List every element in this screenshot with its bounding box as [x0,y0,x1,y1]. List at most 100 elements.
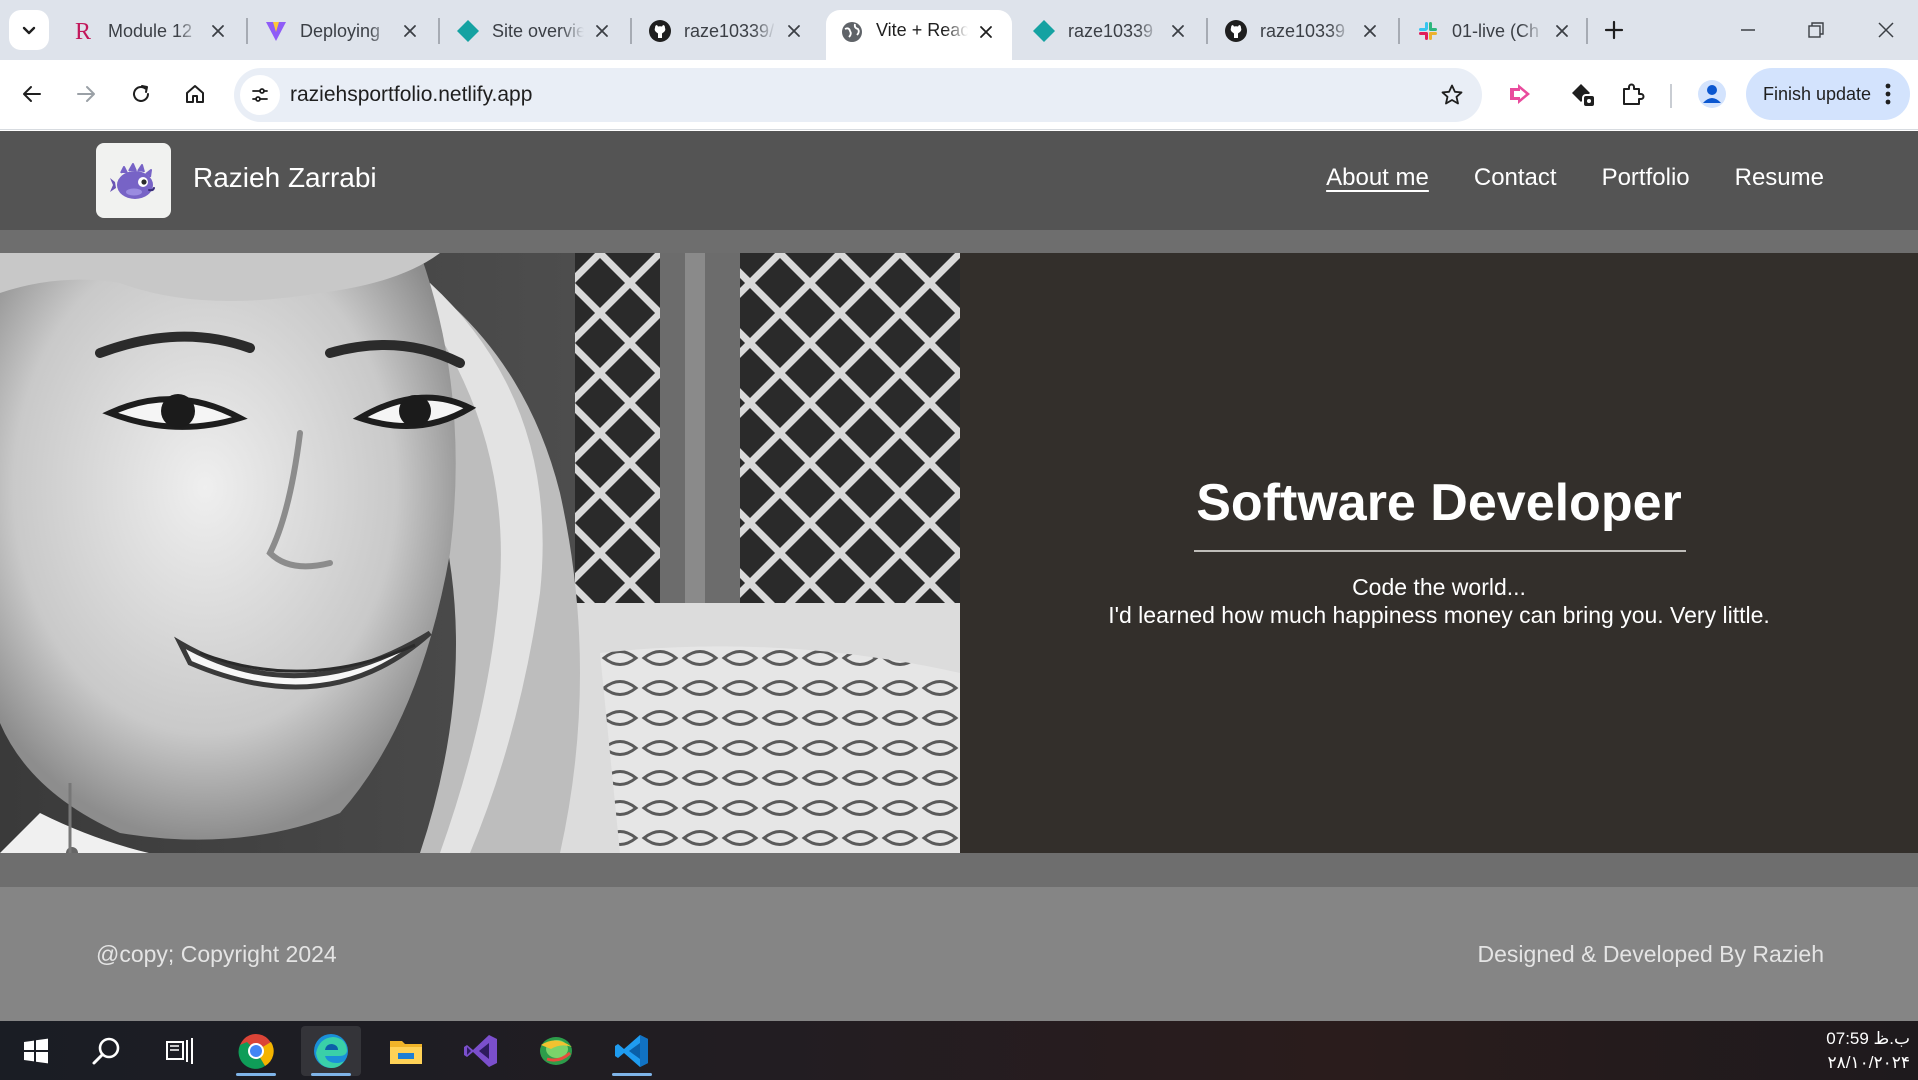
close-icon[interactable] [1166,19,1190,43]
tab-title: Module 12 [108,20,193,41]
visual-studio-icon [464,1035,497,1067]
tab-deploying[interactable]: Deploying [250,10,436,52]
tab-search-button[interactable] [9,10,49,50]
browser-tabstrip: R Module 12 Deploying Site overview raze… [0,0,1918,60]
home-icon [186,85,204,103]
extensions-button[interactable] [1613,74,1653,114]
tab-vite-react[interactable]: Vite + React [826,10,1012,60]
hero-tagline: Code the world... I'd learned how much h… [960,573,1918,629]
close-icon[interactable] [1550,19,1574,43]
taskbar-vscode[interactable] [602,1026,662,1076]
tab-module-12[interactable]: R Module 12 [58,10,244,52]
profile-photo [0,253,960,853]
tab-title: raze10339/ [684,20,775,41]
svg-text:R: R [75,19,91,43]
pufferfish-logo-icon [109,162,155,199]
tab-title: raze10339 [1260,20,1346,41]
new-tab-button[interactable] [1598,14,1630,46]
extension-button-pink[interactable] [1502,74,1542,114]
taskbar-edge[interactable] [301,1026,361,1076]
slack-logo-icon [1416,19,1440,43]
close-icon[interactable] [974,20,998,44]
bookmark-star-button[interactable] [1438,81,1466,109]
tab-slack[interactable]: 01-live (Ch [1402,10,1588,52]
nav-link-contact[interactable]: Contact [1474,164,1557,192]
edge-icon [314,1034,348,1068]
site-info-button[interactable] [240,75,280,115]
task-view-button[interactable] [150,1026,210,1076]
tab-title: raze10339 [1068,20,1154,41]
profile-photo-image [0,253,960,853]
taskbar-visual-studio[interactable] [451,1026,511,1076]
nav-link-portfolio[interactable]: Portfolio [1602,164,1690,192]
tune-icon [252,88,268,102]
web-page: Razieh Zarrabi About me Contact Portfoli… [0,131,1918,1021]
clock-date: ۲۸/۱۰/۲۰۲۴ [1827,1053,1911,1072]
hero-tagline-line-2: I'd learned how much happiness money can… [1108,602,1770,628]
home-button[interactable] [175,74,215,114]
taskbar-chrome[interactable] [226,1026,286,1076]
footer-credit: Designed & Developed By Razieh [1477,941,1824,967]
close-window-button[interactable] [1866,12,1906,48]
tab-separator [246,18,248,44]
more-vert-icon[interactable] [1878,82,1898,106]
address-bar[interactable]: raziehsportfolio.netlify.app [234,68,1482,122]
close-icon[interactable] [782,19,806,43]
close-icon[interactable] [590,19,614,43]
tab-title: Vite + React [876,20,968,40]
clock-time: 07:59 ب.ظ [1826,1029,1910,1048]
pink-arrow-extension-icon [1510,84,1530,104]
plus-icon [1604,20,1624,40]
hero-divider [1194,550,1686,552]
r-logo-icon: R [72,19,96,43]
tab-netlify-2[interactable]: raze10339 [1018,10,1204,52]
hero-tagline-line-1: Code the world... [1352,574,1526,600]
minimize-button[interactable] [1728,12,1768,48]
puzzle-piece-icon [1623,83,1645,105]
tab-title: Site overview [492,20,584,41]
header-band [0,230,1918,253]
site-name: Razieh Zarrabi [193,162,377,193]
taskbar-file-explorer[interactable] [376,1026,436,1076]
restore-icon [1808,22,1824,38]
netlify-logo-icon [1032,19,1056,43]
file-explorer-icon [390,1041,422,1064]
system-clock[interactable]: 07:59 ب.ظ ۲۸/۱۰/۲۰۲۴ [1826,1027,1910,1075]
arrow-left-icon [23,86,41,102]
tab-site-overview[interactable]: Site overview [442,10,628,52]
site-footer: @copy; Copyright 2024 Designed & Develop… [0,887,1918,1021]
close-icon[interactable] [1358,19,1382,43]
close-icon[interactable] [206,19,230,43]
back-button[interactable] [12,74,52,114]
tab-title: Deploying [300,20,381,41]
tab-github-2[interactable]: raze10339 [1210,10,1396,52]
search-icon [92,1037,120,1065]
profile-avatar-icon [1698,80,1726,108]
close-icon[interactable] [398,19,422,43]
nav-link-about-me[interactable]: About me [1326,164,1429,192]
close-icon [1878,22,1894,38]
taskbar-download-manager[interactable] [526,1026,586,1076]
task-view-icon [166,1038,193,1064]
restore-button[interactable] [1796,12,1836,48]
star-icon [1441,84,1463,105]
paint-bucket-extension-icon [1572,84,1596,108]
start-button[interactable] [6,1026,66,1076]
hero-text-panel: Software Developer Code the world... I'd… [960,253,1918,853]
tab-separator [630,18,632,44]
hero-section: Software Developer Code the world... I'd… [0,253,1918,853]
extension-button-dark[interactable] [1562,74,1602,114]
footer-copyright: @copy; Copyright 2024 [96,941,337,967]
url-text[interactable]: raziehsportfolio.netlify.app [290,83,532,107]
taskbar-search-button[interactable] [77,1026,137,1076]
forward-button[interactable] [66,74,106,114]
globe-icon [840,20,864,44]
github-logo-icon [1224,19,1248,43]
reload-button[interactable] [121,74,161,114]
profile-button[interactable] [1692,74,1732,114]
site-logo[interactable] [96,143,171,218]
nav-link-resume[interactable]: Resume [1735,164,1824,192]
tab-separator [1586,18,1588,44]
finish-update-button[interactable]: Finish update [1746,68,1910,120]
tab-github-1[interactable]: raze10339/ [634,10,820,52]
